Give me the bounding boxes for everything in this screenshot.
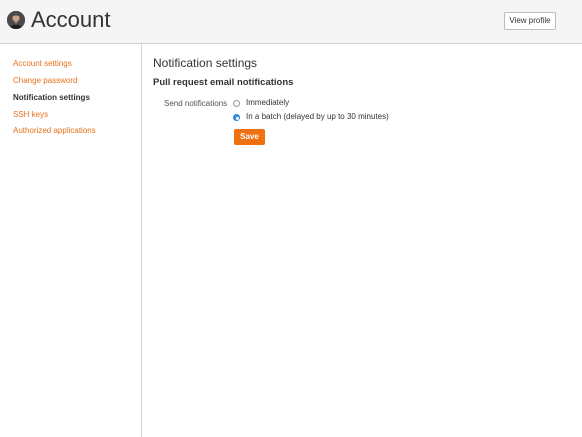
account-page: Account View profile Account settings Ch… — [0, 0, 582, 437]
radio-label-immediately: Immediately — [246, 98, 290, 107]
page-title: Account — [31, 7, 111, 32]
view-profile-button[interactable]: View profile — [504, 12, 556, 30]
avatar-image — [7, 11, 25, 29]
section-heading: Pull request email notifications — [153, 77, 294, 88]
radio-batch[interactable] — [233, 113, 240, 121]
header-bar: Account View profile — [0, 0, 582, 44]
send-notifications-label: Send notifications — [164, 99, 228, 108]
sidebar-item-authorized-applications[interactable]: Authorized applications — [13, 126, 96, 136]
sidebar-item-account-settings[interactable]: Account settings — [13, 59, 72, 69]
sidebar-item-change-password[interactable]: Change password — [13, 76, 77, 86]
save-button[interactable]: Save — [234, 129, 265, 145]
radio-immediately[interactable] — [233, 99, 240, 107]
sidebar-item-notification-settings[interactable]: Notification settings — [13, 93, 90, 103]
radio-label-batch: In a batch (delayed by up to 30 minutes) — [246, 112, 389, 121]
radio-option-batch[interactable]: In a batch (delayed by up to 30 minutes) — [233, 112, 389, 122]
radio-option-immediately[interactable]: Immediately — [233, 98, 289, 108]
sidebar-item-ssh-keys[interactable]: SSH keys — [13, 110, 48, 120]
main-heading: Notification settings — [153, 56, 258, 70]
user-avatar-icon[interactable] — [7, 11, 25, 29]
